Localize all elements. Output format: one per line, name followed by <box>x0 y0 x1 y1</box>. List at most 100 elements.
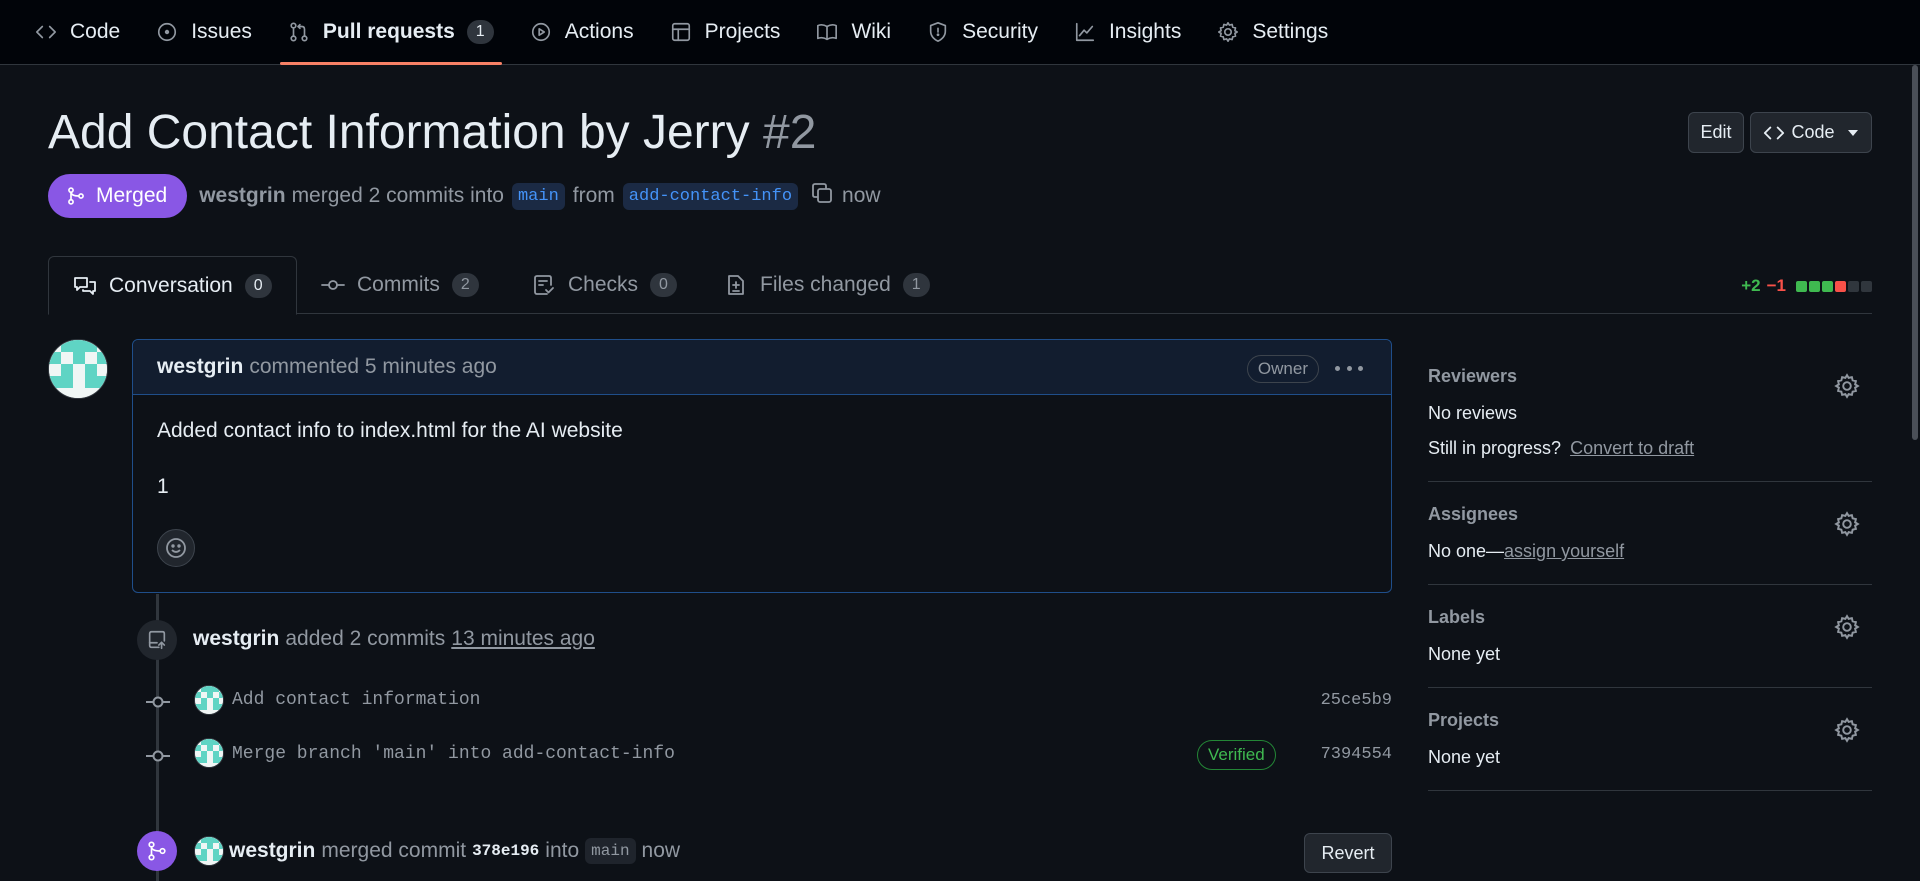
identicon-avatar <box>195 837 223 865</box>
nav-code[interactable]: Code <box>35 0 138 65</box>
nav-pull-requests[interactable]: Pull requests 1 <box>270 0 512 65</box>
nav-insights-label: Insights <box>1108 20 1182 43</box>
git-merge-icon <box>68 187 84 205</box>
avatar[interactable] <box>194 836 224 866</box>
assign-yourself-link[interactable]: assign yourself <box>1504 541 1624 561</box>
commit-message-link[interactable]: Add contact information <box>232 690 480 710</box>
head-branch[interactable]: add-contact-info <box>622 182 799 210</box>
file-diff-icon <box>728 275 744 295</box>
reviewers-settings-button[interactable] <box>1834 373 1860 399</box>
tab-files-changed[interactable]: Files changed 1 <box>724 256 930 314</box>
pull-request-icon <box>290 22 308 42</box>
pr-meta: Merged westgrin merged 2 commits into ma… <box>48 174 881 218</box>
code-icon <box>36 25 56 39</box>
nav-security-label: Security <box>962 20 1038 43</box>
tab-commits-label: Commits <box>357 273 440 296</box>
table-icon <box>671 22 690 42</box>
nav-pull-requests-label: Pull requests <box>322 20 455 43</box>
gear-icon <box>1834 717 1860 743</box>
nav-security[interactable]: Security <box>909 0 1056 65</box>
gear-icon <box>1218 22 1239 42</box>
nav-actions[interactable]: Actions <box>512 0 652 65</box>
commit-sha-link[interactable]: 7394554 <box>1321 745 1392 764</box>
base-branch[interactable]: main <box>511 182 565 210</box>
tab-checks[interactable]: Checks 0 <box>532 256 677 314</box>
event-action: added 2 commits <box>285 627 446 650</box>
base-branch[interactable]: main <box>585 838 636 864</box>
tab-commits[interactable]: Commits 2 <box>321 256 479 314</box>
event-author[interactable]: westgrin <box>229 839 315 863</box>
comment-body: Added contact info to index.html for the… <box>133 395 1391 499</box>
tab-conversation-count: 0 <box>244 273 272 298</box>
revert-button[interactable]: Revert <box>1304 833 1392 873</box>
assignees-none: No one— <box>1428 541 1505 561</box>
assignees-settings-button[interactable] <box>1834 511 1860 537</box>
convert-to-draft-link[interactable]: Convert to draft <box>1570 438 1694 458</box>
nav-wiki-label: Wiki <box>851 20 892 43</box>
pr-author-link[interactable]: westgrin <box>199 184 285 208</box>
page-scrollbar[interactable] <box>1910 65 1920 881</box>
kebab-dot <box>1358 365 1363 371</box>
labels-settings-button[interactable] <box>1834 614 1860 640</box>
code-dropdown-button[interactable]: Code <box>1750 112 1872 153</box>
avatar[interactable] <box>194 685 224 715</box>
diffstat-block <box>1835 280 1846 292</box>
sidebar-section-title: Labels <box>1428 607 1486 627</box>
repo-push-icon <box>148 630 166 650</box>
nav-issues[interactable]: Issues <box>138 0 270 65</box>
caret-down-icon <box>1847 129 1858 136</box>
git-commit-icon <box>146 696 170 708</box>
copy-branch-button[interactable] <box>806 181 842 211</box>
commits-added-event: westgrin added 2 commits 13 minutes ago <box>193 627 595 651</box>
comment-author[interactable]: westgrin <box>157 355 243 379</box>
commit-message-link[interactable]: Merge branch 'main' into add-contact-inf… <box>232 744 675 764</box>
reviewers-value: No reviews <box>1428 403 1518 423</box>
assignees-value: No one—assign yourself <box>1428 541 1872 562</box>
merge-commit-sha-link[interactable]: 378e196 <box>472 842 539 860</box>
graph-icon <box>1075 22 1095 42</box>
git-merge-icon <box>148 841 166 861</box>
event-author[interactable]: westgrin <box>193 627 279 651</box>
nav-projects[interactable]: Projects <box>652 0 799 65</box>
nav-insights[interactable]: Insights <box>1056 0 1199 65</box>
nav-wiki[interactable]: Wiki <box>798 0 909 65</box>
edit-button[interactable]: Edit <box>1688 112 1744 153</box>
labels-value: None yet <box>1428 644 1501 664</box>
issue-icon <box>158 22 177 42</box>
checklist-icon <box>534 275 554 295</box>
projects-settings-button[interactable] <box>1834 717 1860 743</box>
revert-button-label: Revert <box>1321 842 1375 863</box>
verified-badge[interactable]: Verified <box>1197 740 1276 770</box>
event-time-link[interactable]: 13 minutes ago <box>451 627 595 651</box>
into-word: into <box>545 839 580 862</box>
avatar[interactable] <box>194 738 224 768</box>
scrollbar-thumb[interactable] <box>1912 65 1918 440</box>
comment-text: Added contact info to index.html for the… <box>157 419 623 442</box>
sidebar-assignees: Assignees No one—assign yourself <box>1428 504 1872 585</box>
comment-discussion-icon <box>74 276 96 295</box>
tab-files-changed-label: Files changed <box>760 273 891 296</box>
diffstat-block <box>1822 280 1833 292</box>
book-icon <box>817 24 838 41</box>
diffstat-block <box>1848 280 1859 292</box>
tab-conversation[interactable]: Conversation 0 <box>48 256 297 315</box>
git-commit-icon <box>146 750 170 762</box>
identicon-avatar <box>195 739 223 767</box>
add-reaction-button[interactable] <box>157 529 195 567</box>
comment-options-button[interactable] <box>1335 356 1363 380</box>
nav-projects-label: Projects <box>704 20 781 43</box>
pr-title-text: Add Contact Information by Jerry <box>48 106 750 159</box>
edit-button-label: Edit <box>1700 122 1732 142</box>
sidebar-reviewers: Reviewers No reviews Still in progress? … <box>1428 366 1872 482</box>
gear-icon <box>1834 511 1860 537</box>
nav-settings[interactable]: Settings <box>1199 0 1346 65</box>
avatar[interactable] <box>48 339 108 399</box>
comment-header: westgrin commented 5 minutes ago Owner <box>133 340 1391 395</box>
commit-sha-link[interactable]: 25ce5b9 <box>1321 691 1392 710</box>
tab-files-changed-count: 1 <box>902 273 930 297</box>
pr-title: Add Contact Information by Jerry #2 <box>48 105 816 160</box>
draft-prompt: Still in progress? Convert to draft <box>1428 438 1872 459</box>
nav-issues-label: Issues <box>191 20 252 43</box>
pr-merge-action: merged 2 commits into <box>291 184 504 207</box>
smiley-icon <box>166 538 186 558</box>
